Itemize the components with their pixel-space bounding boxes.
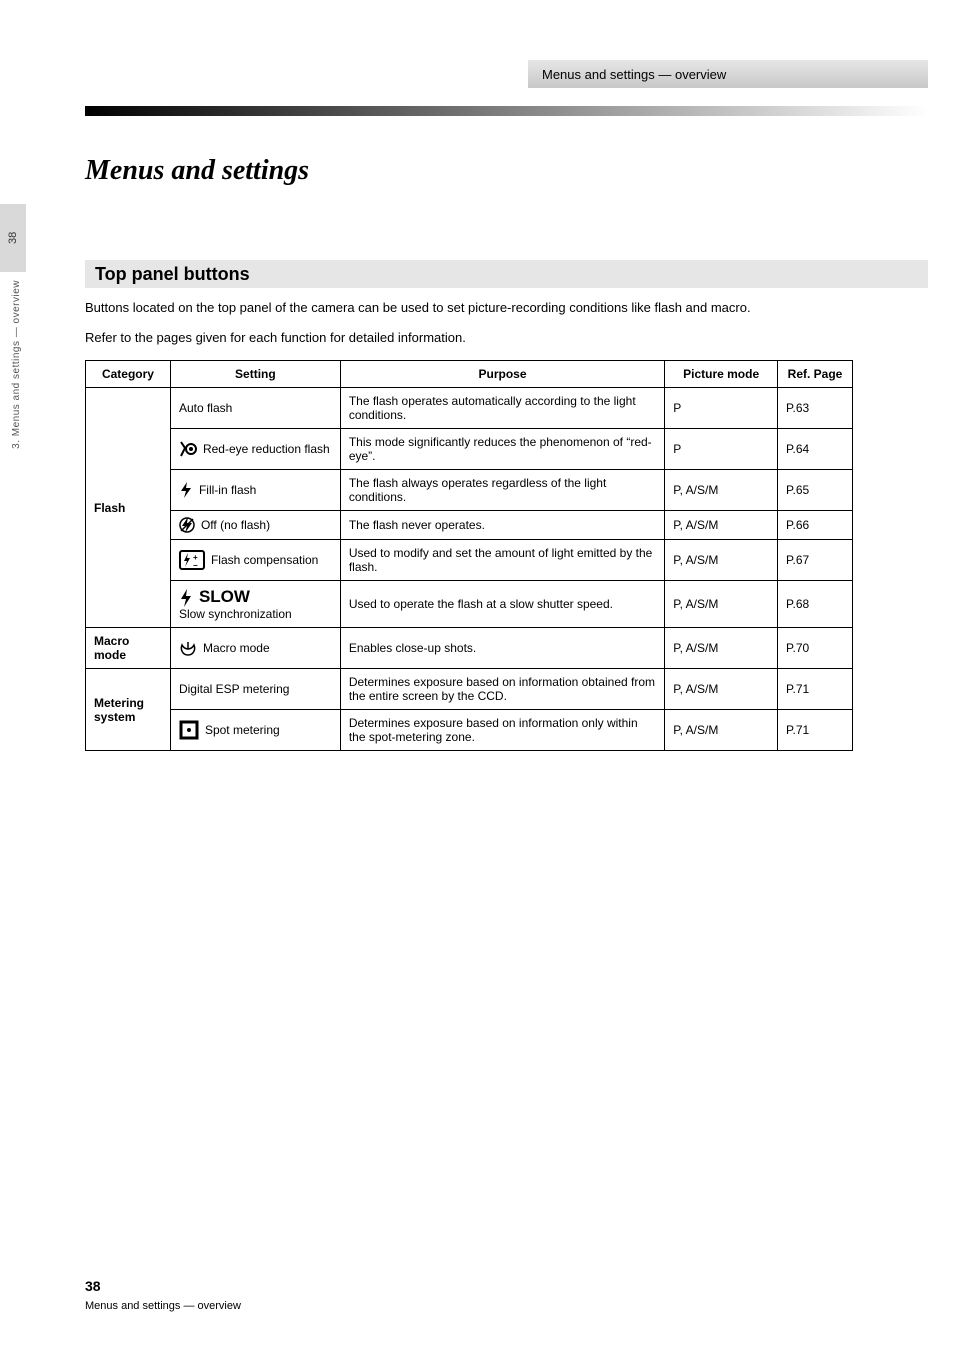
page-cell: P.66 xyxy=(778,511,853,540)
purpose-cell: The flash operates automatically accordi… xyxy=(340,388,664,429)
flash-icon xyxy=(179,482,193,498)
setting-label: Fill-in flash xyxy=(199,483,256,497)
purpose-cell: The flash never operates. xyxy=(340,511,664,540)
footer-subtitle: Menus and settings — overview xyxy=(85,1300,241,1312)
page-cell: P.67 xyxy=(778,540,853,581)
setting-cell: SLOW Slow synchronization xyxy=(170,581,340,628)
page-cell: P.68 xyxy=(778,581,853,628)
table-row: +− Flash compensation Used to modify and … xyxy=(86,540,853,581)
table-row: Macro mode Macro mode Enables close-up s… xyxy=(86,628,853,669)
section-title: Top panel buttons xyxy=(85,260,928,288)
svg-text:−: − xyxy=(193,561,198,570)
flash-icon xyxy=(179,587,193,607)
mode-cell: P, A/S/M xyxy=(665,669,778,710)
page-cell: P.71 xyxy=(778,669,853,710)
purpose-cell: Determines exposure based on information… xyxy=(340,669,664,710)
th-page: Ref. Page xyxy=(778,361,853,388)
table-row: Fill-in flash The flash always operates … xyxy=(86,470,853,511)
setting-cell: Red-eye reduction flash xyxy=(170,429,340,470)
flash-off-icon xyxy=(179,517,195,533)
purpose-cell: Used to modify and set the amount of lig… xyxy=(340,540,664,581)
header-rule xyxy=(85,106,928,116)
table-row: SLOW Slow synchronization Used to operat… xyxy=(86,581,853,628)
setting-label: Red-eye reduction flash xyxy=(203,442,330,456)
setting-label: Flash compensation xyxy=(211,553,318,567)
setting-label: Slow synchronization xyxy=(179,607,292,621)
section-help: Refer to the pages given for each functi… xyxy=(85,330,466,345)
category-metering: Metering system xyxy=(86,669,171,751)
page-cell: P.63 xyxy=(778,388,853,429)
th-purpose: Purpose xyxy=(340,361,664,388)
footer-page-number: 38 xyxy=(85,1278,101,1294)
table-row: Red-eye reduction flash This mode signif… xyxy=(86,429,853,470)
mode-cell: P, A/S/M xyxy=(665,511,778,540)
spot-meter-icon xyxy=(179,720,199,740)
page-number-tab: 38 xyxy=(0,204,26,272)
purpose-cell: The flash always operates regardless of … xyxy=(340,470,664,511)
table-row: Flash Auto flash The flash operates auto… xyxy=(86,388,853,429)
redeye-icon xyxy=(179,441,197,457)
setting-cell: Off (no flash) xyxy=(170,511,340,540)
header-tab-title: Menus and settings — overview xyxy=(528,60,928,88)
mode-cell: P, A/S/M xyxy=(665,540,778,581)
page-cell: P.71 xyxy=(778,710,853,751)
purpose-cell: This mode significantly reduces the phen… xyxy=(340,429,664,470)
mode-cell: P xyxy=(665,429,778,470)
table-row: Off (no flash) The flash never operates.… xyxy=(86,511,853,540)
setting-label: Macro mode xyxy=(203,641,270,655)
page-cell: P.70 xyxy=(778,628,853,669)
setting-cell: Fill-in flash xyxy=(170,470,340,511)
page-cell: P.64 xyxy=(778,429,853,470)
mode-cell: P, A/S/M xyxy=(665,628,778,669)
purpose-cell: Determines exposure based on information… xyxy=(340,710,664,751)
category-macro: Macro mode xyxy=(86,628,171,669)
settings-table: Category Setting Purpose Picture mode Re… xyxy=(85,360,853,751)
th-category: Category xyxy=(86,361,171,388)
side-running-head: 3. Menus and settings — overview xyxy=(11,280,22,449)
th-setting: Setting xyxy=(170,361,340,388)
setting-cell: Auto flash xyxy=(170,388,340,429)
th-mode: Picture mode xyxy=(665,361,778,388)
table-row: Metering system Digital ESP metering Det… xyxy=(86,669,853,710)
category-flash: Flash xyxy=(86,388,171,628)
setting-label: Spot metering xyxy=(205,723,280,737)
mode-cell: P, A/S/M xyxy=(665,710,778,751)
macro-icon xyxy=(179,640,197,656)
purpose-cell: Used to operate the flash at a slow shut… xyxy=(340,581,664,628)
mode-cell: P, A/S/M xyxy=(665,470,778,511)
setting-cell: Spot metering xyxy=(170,710,340,751)
setting-cell: Macro mode xyxy=(170,628,340,669)
mode-cell: P, A/S/M xyxy=(665,581,778,628)
purpose-cell: Enables close-up shots. xyxy=(340,628,664,669)
setting-cell: Digital ESP metering xyxy=(170,669,340,710)
table-row: Spot metering Determines exposure based … xyxy=(86,710,853,751)
section-note: Buttons located on the top panel of the … xyxy=(85,300,751,315)
mode-cell: P xyxy=(665,388,778,429)
slow-label: SLOW xyxy=(199,587,250,607)
flash-comp-icon: +− xyxy=(179,550,205,570)
page-title: Menus and settings xyxy=(85,155,309,187)
setting-label: Off (no flash) xyxy=(201,518,270,532)
setting-cell: +− Flash compensation xyxy=(170,540,340,581)
page-cell: P.65 xyxy=(778,470,853,511)
